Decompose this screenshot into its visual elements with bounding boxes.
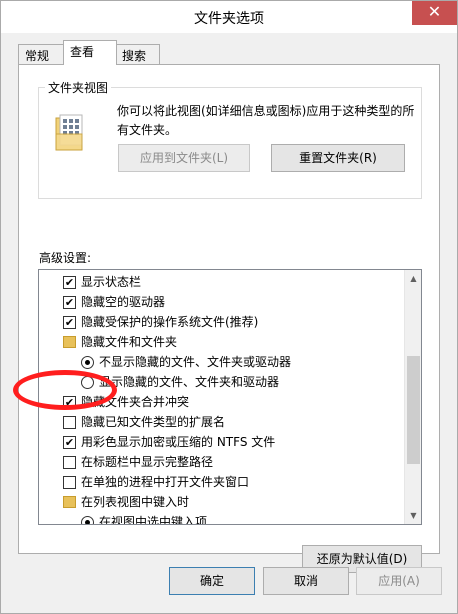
tab-view[interactable]: 查看	[63, 40, 117, 65]
settings-row[interactable]: ✔ 用彩色显示加密或压缩的 NTFS 文件	[39, 432, 405, 452]
radio-selected[interactable]	[81, 516, 94, 524]
folder-icon	[63, 496, 76, 508]
checkbox-checked[interactable]: ✔	[63, 316, 76, 329]
cancel-button[interactable]: 取消	[263, 567, 349, 595]
tab-general[interactable]: 常规	[18, 44, 65, 64]
reset-folders-button[interactable]: 重置文件夹(R)	[271, 144, 405, 172]
settings-row: 在列表视图中键入时	[39, 492, 405, 512]
vertical-scrollbar[interactable]: ▲ ▼	[404, 270, 421, 524]
settings-row-label: 隐藏受保护的操作系统文件(推荐)	[81, 315, 259, 329]
advanced-settings-label: 高级设置:	[39, 251, 92, 265]
settings-row[interactable]: 显示隐藏的文件、文件夹和驱动器	[39, 372, 405, 392]
advanced-settings-list: ✔ 显示状态栏 ✔ 隐藏空的驱动器 ✔ 隐藏受保护的操作系统文件(推荐) 隐藏文件和文件夹不…	[38, 269, 422, 525]
checkbox-checked[interactable]: ✔	[63, 436, 76, 449]
apply-button[interactable]: 应用(A)	[356, 567, 442, 595]
tab-label: 搜索	[122, 49, 147, 63]
view-tab-panel: 文件夹视图 你可以将此视图(如详细信息或图标)应用于这种类型的所有文件夹。 应用…	[18, 64, 440, 573]
settings-row[interactable]: 在标题栏中显示完整路径	[39, 452, 405, 472]
apply-to-folders-button[interactable]: 应用到文件夹(L)	[118, 144, 250, 172]
scroll-thumb[interactable]	[407, 356, 420, 464]
settings-row[interactable]: ✔ 隐藏文件夹合并冲突	[39, 392, 405, 412]
settings-row-label: 隐藏空的驱动器	[81, 295, 166, 309]
settings-row[interactable]: 在单独的进程中打开文件夹窗口	[39, 472, 405, 492]
settings-row[interactable]: 不显示隐藏的文件、文件夹或驱动器	[39, 352, 405, 372]
folder-views-description: 你可以将此视图(如详细信息或图标)应用于这种类型的所有文件夹。	[117, 104, 415, 137]
tab-search[interactable]: 搜索	[115, 44, 160, 64]
checkbox-checked[interactable]: ✔	[63, 296, 76, 309]
settings-row: 隐藏文件和文件夹	[39, 332, 405, 352]
settings-row[interactable]: 在视图中选中键入项	[39, 512, 405, 525]
dialog-body: 常规 查看 搜索 文件夹视图 你可以将此视图(如详细信息或图标)应用于这种类型的…	[1, 33, 457, 613]
settings-row-label: 隐藏已知文件类型的扩展名	[81, 415, 226, 429]
title-bar: 文件夹选项 ✕	[1, 1, 457, 33]
folder-views-group: 文件夹视图 你可以将此视图(如详细信息或图标)应用于这种类型的所有文件夹。 应用…	[38, 79, 422, 199]
folder-icon	[63, 336, 76, 348]
checkbox-unchecked[interactable]	[63, 476, 76, 489]
checkbox-checked[interactable]: ✔	[63, 276, 76, 289]
tab-label: 查看	[70, 45, 95, 59]
settings-row[interactable]: ✔ 隐藏受保护的操作系统文件(推荐)	[39, 312, 405, 332]
checkbox-unchecked[interactable]	[63, 456, 76, 469]
window-title: 文件夹选项	[194, 11, 264, 27]
radio-selected[interactable]	[81, 356, 94, 369]
settings-row[interactable]: ✔ 显示状态栏	[39, 272, 405, 292]
settings-row-label: 显示状态栏	[81, 275, 142, 289]
checkbox-checked[interactable]: ✔	[63, 396, 76, 409]
scroll-down-arrow-icon[interactable]: ▼	[405, 507, 421, 524]
settings-row[interactable]: 隐藏已知文件类型的扩展名	[39, 412, 405, 432]
tab-label: 常规	[25, 49, 50, 63]
close-button[interactable]: ✕	[412, 1, 457, 25]
settings-row-label: 隐藏文件和文件夹	[81, 335, 178, 349]
ok-button[interactable]: 确定	[169, 567, 255, 595]
settings-row-label: 在列表视图中键入时	[81, 495, 190, 509]
settings-row-label: 用彩色显示加密或压缩的 NTFS 文件	[81, 435, 276, 449]
folder-view-icon	[55, 114, 83, 151]
settings-row-label: 隐藏文件夹合并冲突	[81, 395, 190, 409]
folder-options-window: 文件夹选项 ✕ 常规 查看 搜索 文件夹视图 你可以将此视图(如详细信息或图标)…	[0, 0, 458, 614]
settings-row-label: 不显示隐藏的文件、文件夹或驱动器	[99, 355, 292, 369]
settings-row-label: 在单独的进程中打开文件夹窗口	[81, 475, 250, 489]
settings-row[interactable]: ✔ 隐藏空的驱动器	[39, 292, 405, 312]
settings-row-label: 在视图中选中键入项	[99, 515, 208, 525]
radio-unselected[interactable]	[81, 376, 94, 389]
settings-row-label: 在标题栏中显示完整路径	[81, 455, 214, 469]
settings-row-label: 显示隐藏的文件、文件夹和驱动器	[99, 375, 280, 389]
checkbox-unchecked[interactable]	[63, 416, 76, 429]
folder-views-label: 文件夹视图	[45, 79, 112, 96]
close-icon: ✕	[427, 2, 442, 21]
scroll-up-arrow-icon[interactable]: ▲	[405, 270, 421, 287]
